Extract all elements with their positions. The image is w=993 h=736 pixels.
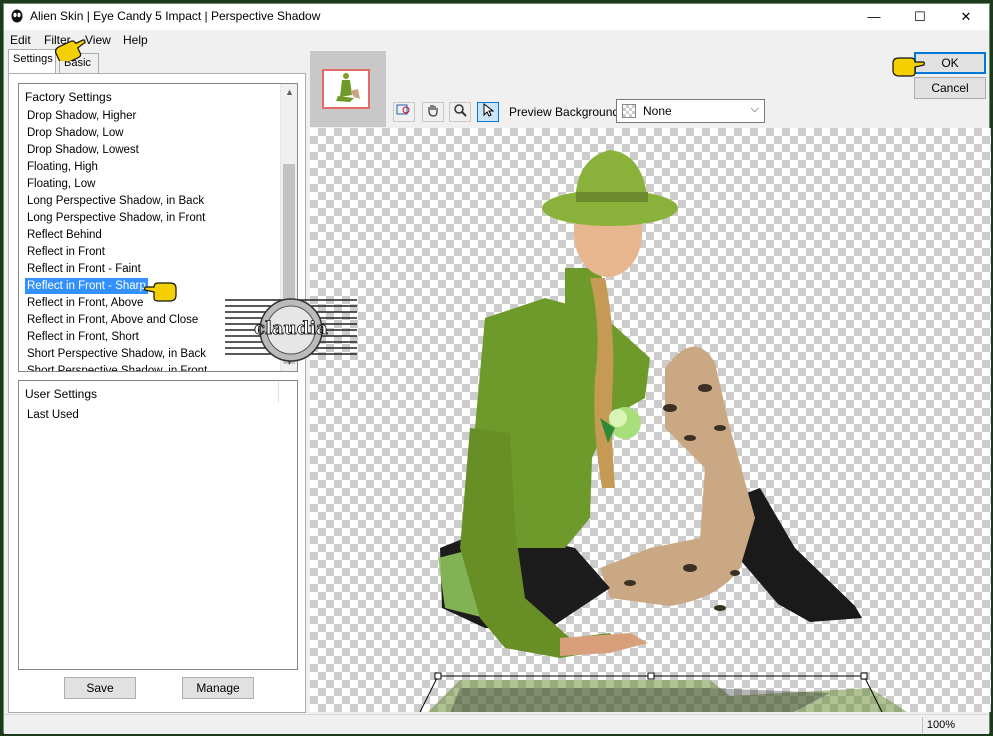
preview-canvas[interactable]: [310, 128, 991, 712]
list-item[interactable]: Reflect in Front - Sharp: [25, 278, 148, 294]
cancel-button[interactable]: Cancel: [914, 77, 986, 99]
user-settings-header: User Settings: [25, 387, 98, 401]
window-title: Alien Skin | Eye Candy 5 Impact | Perspe…: [30, 9, 321, 23]
magnifier-icon[interactable]: [449, 102, 471, 122]
list-item[interactable]: Reflect in Front, Above and Close: [25, 312, 200, 328]
transparency-swatch-icon: [622, 104, 636, 118]
list-item[interactable]: Floating, Low: [25, 176, 97, 192]
minimize-button[interactable]: —: [851, 4, 897, 30]
thumbnail-viewport[interactable]: [322, 69, 370, 109]
factory-settings-header: Factory Settings: [25, 90, 112, 104]
claudia-watermark-logo: claudia: [225, 298, 357, 362]
menu-bar: Edit Filter View Help: [4, 30, 989, 50]
status-bar: 100%: [4, 714, 989, 734]
list-item[interactable]: Reflect in Front, Short: [25, 329, 141, 345]
list-item[interactable]: Drop Shadow, Lowest: [25, 142, 141, 158]
tab-settings[interactable]: Settings: [8, 49, 56, 73]
list-item[interactable]: Short Perspective Shadow, in Back: [25, 346, 208, 362]
hand-icon[interactable]: [422, 102, 444, 122]
list-item[interactable]: Long Perspective Shadow, in Back: [25, 193, 206, 209]
close-button[interactable]: ✕: [943, 4, 989, 30]
preview-background-label: Preview Background:: [509, 105, 623, 119]
list-item[interactable]: Reflect in Front: [25, 244, 107, 260]
zoom-fit-icon[interactable]: [393, 102, 415, 122]
chevron-down-icon: ⌵: [750, 103, 759, 115]
list-item[interactable]: Reflect in Front, Above: [25, 295, 145, 311]
list-item[interactable]: Reflect Behind: [25, 227, 104, 243]
list-item[interactable]: Drop Shadow, Low: [25, 125, 126, 141]
watermark-text: claudia: [254, 318, 328, 339]
title-bar: Alien Skin | Eye Candy 5 Impact | Perspe…: [4, 4, 989, 30]
list-item[interactable]: Long Perspective Shadow, in Front: [25, 210, 207, 226]
app-window: Alien Skin | Eye Candy 5 Impact | Perspe…: [3, 3, 991, 734]
preview-background-value: None: [643, 104, 672, 118]
list-item[interactable]: Short Perspective Shadow, in Front: [25, 363, 209, 371]
settings-panel: Factory Settings Drop Shadow, Higher Drop…: [8, 73, 306, 713]
preview-image: [419, 150, 907, 712]
list-item-last-used[interactable]: Last Used: [25, 407, 81, 423]
header-divider: [278, 381, 279, 403]
status-divider: [922, 717, 923, 733]
list-item[interactable]: Drop Shadow, Higher: [25, 108, 138, 124]
list-item[interactable]: Reflect in Front - Faint: [25, 261, 143, 277]
list-item[interactable]: Floating, High: [25, 159, 100, 175]
navigator-thumbnail[interactable]: [310, 51, 386, 127]
scroll-up-icon[interactable]: ▲: [281, 84, 297, 101]
user-settings-list[interactable]: User Settings Last Used: [18, 380, 298, 670]
zoom-level: 100%: [926, 719, 955, 731]
pointing-hand-icon: [892, 57, 925, 77]
manage-button[interactable]: Manage: [182, 677, 254, 699]
alien-skin-logo-icon: [11, 9, 23, 23]
menu-edit[interactable]: Edit: [10, 33, 31, 47]
save-button[interactable]: Save: [64, 677, 136, 699]
pointing-hand-icon: [54, 39, 86, 61]
maximize-button[interactable]: ☐: [897, 4, 943, 30]
menu-help[interactable]: Help: [123, 33, 148, 47]
pointing-hand-icon: [144, 282, 177, 302]
thumbnail-image: [336, 73, 360, 102]
menu-view[interactable]: View: [85, 33, 111, 47]
preview-background-select[interactable]: None ⌵: [616, 99, 765, 123]
pointer-icon[interactable]: [477, 102, 499, 122]
